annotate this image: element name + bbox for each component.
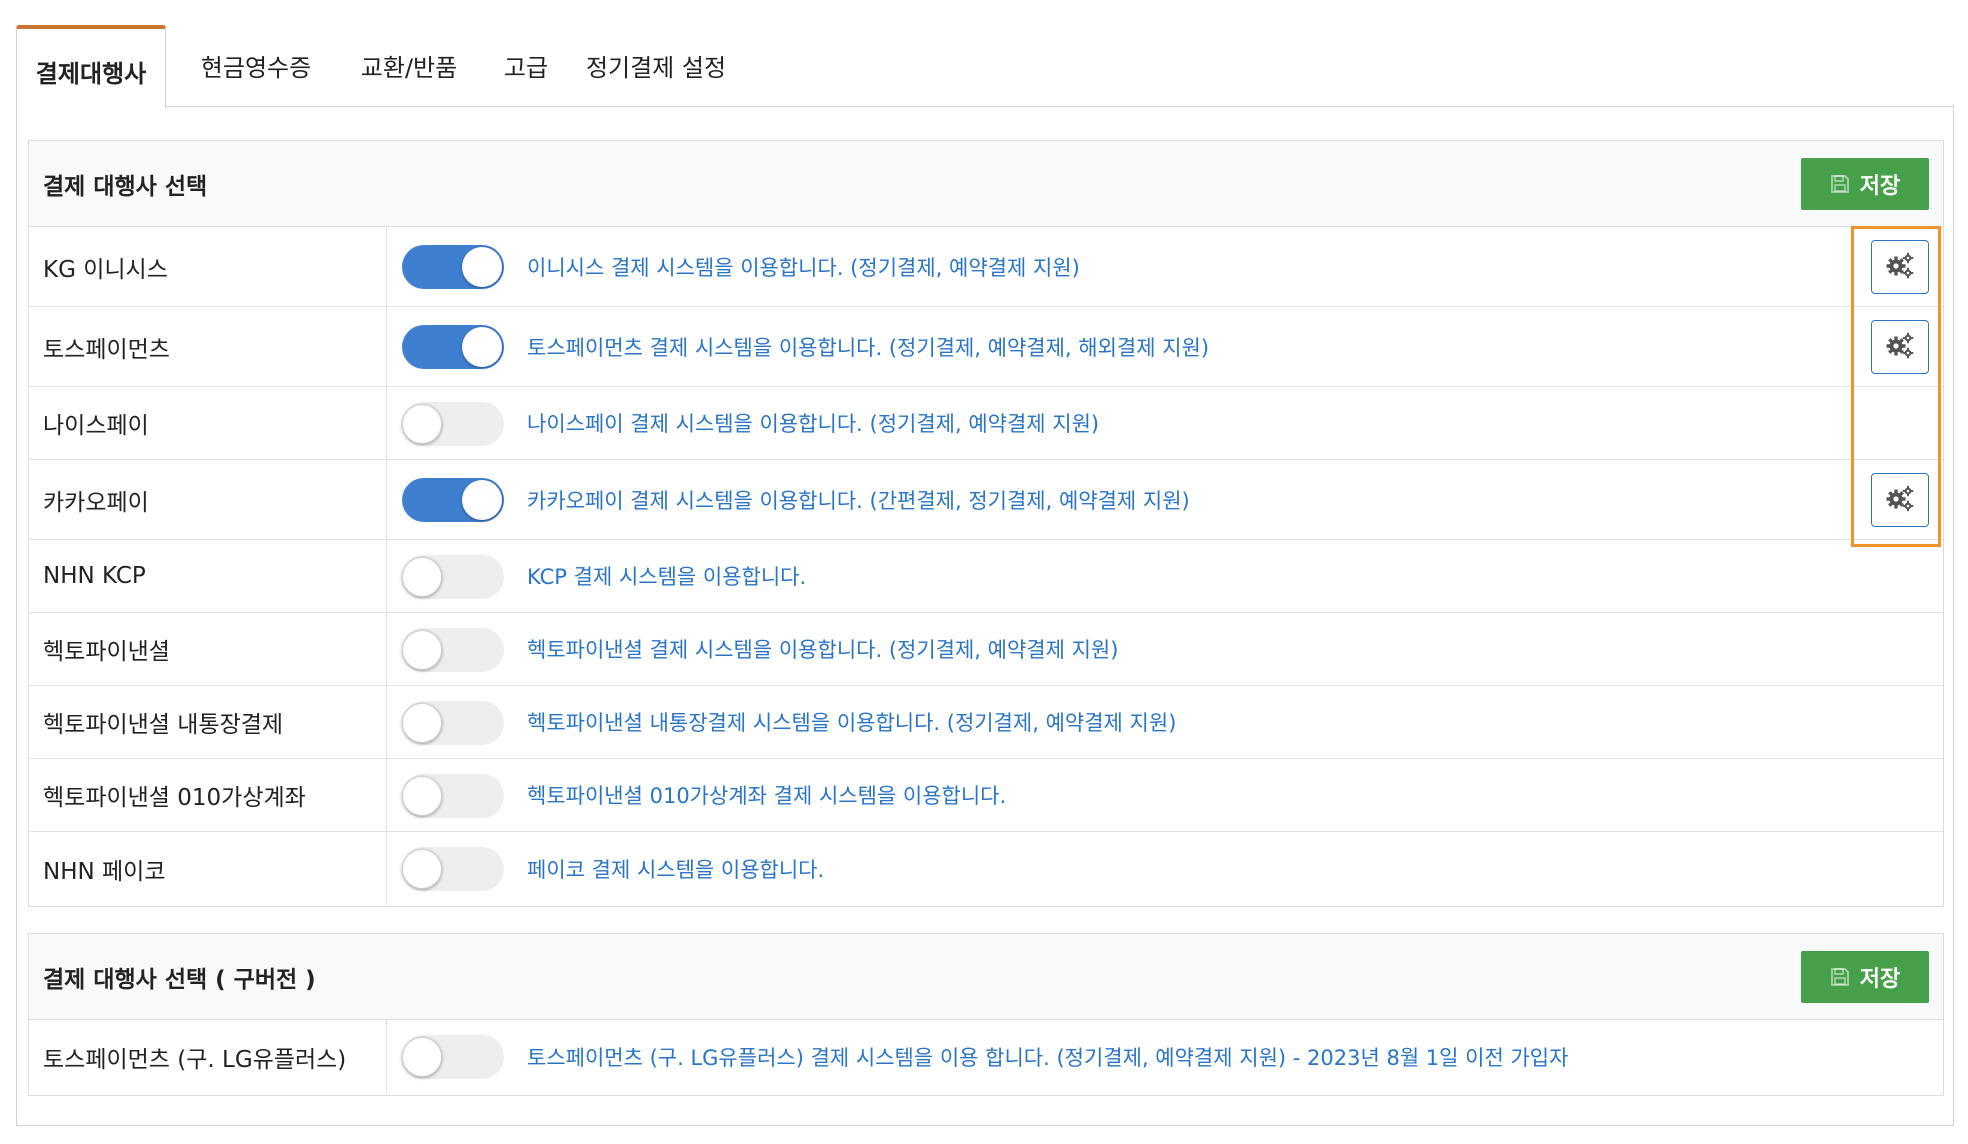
enable-toggle[interactable] bbox=[402, 478, 504, 522]
enable-toggle[interactable] bbox=[402, 555, 504, 599]
tab-subscription-settings[interactable]: 정기결제 설정 bbox=[576, 25, 736, 106]
tab-bar: 결제대행사 현금영수증 교환/반품 고급 정기결제 설정 bbox=[16, 25, 1954, 108]
enable-toggle[interactable] bbox=[402, 1035, 504, 1079]
tab-label: 결제대행사 bbox=[35, 60, 147, 88]
enable-toggle[interactable] bbox=[402, 774, 504, 818]
gateway-name: 헥토파이낸셜 내통장결제 bbox=[29, 686, 387, 758]
gateway-name: 나이스페이 bbox=[29, 387, 387, 459]
gateway-row: NHN 페이코 페이코 결제 시스템을 이용합니다. bbox=[29, 832, 1943, 905]
gateway-name: 카카오페이 bbox=[29, 460, 387, 539]
gateway-name: NHN KCP bbox=[29, 540, 387, 612]
gateway-name: 토스페이먼츠 (구. LG유플러스) bbox=[29, 1020, 387, 1093]
gateway-row: 토스페이먼츠 (구. LG유플러스) 토스페이먼츠 (구. LG유플러스) 결제 … bbox=[29, 1020, 1943, 1093]
save-button-label: 저장 bbox=[1859, 174, 1901, 199]
gateway-row: 나이스페이 나이스페이 결제 시스템을 이용합니다. (정기결제, 예약결제 지원… bbox=[29, 387, 1943, 460]
gears-icon bbox=[1885, 484, 1915, 516]
gateway-name: 헥토파이낸셜 bbox=[29, 613, 387, 685]
panel-header: 결제 대행사 선택 저장 bbox=[29, 141, 1943, 227]
toggle-knob bbox=[402, 630, 442, 670]
gateway-name: KG 이니시스 bbox=[29, 227, 387, 306]
gateway-description: 토스페이먼츠 (구. LG유플러스) 결제 시스템을 이용 합니다. (정기결제… bbox=[527, 1045, 1569, 1070]
tab-exchange-return[interactable]: 교환/반품 bbox=[334, 25, 484, 106]
gateway-row: 헥토파이낸셜 010가상계좌 헥토파이낸셜 010가상계좌 결제 시스템을 이용합… bbox=[29, 759, 1943, 832]
gateway-row: NHN KCP KCP 결제 시스템을 이용합니다. bbox=[29, 540, 1943, 613]
gateway-list: 토스페이먼츠 (구. LG유플러스) 토스페이먼츠 (구. LG유플러스) 결제 … bbox=[29, 1020, 1943, 1093]
gateway-name: 헥토파이낸셜 010가상계좌 bbox=[29, 759, 387, 831]
gateway-description: 헥토파이낸셜 010가상계좌 결제 시스템을 이용합니다. bbox=[527, 784, 1007, 808]
gateway-description: 토스페이먼츠 결제 시스템을 이용합니다. (정기결제, 예약결제, 해외결제 … bbox=[527, 335, 1210, 360]
gateway-description: 페이코 결제 시스템을 이용합니다. bbox=[527, 857, 825, 882]
gateway-row: 카카오페이 카카오페이 결제 시스템을 이용합니다. (간편결제, 정기결제, 예… bbox=[29, 460, 1943, 540]
save-button-label: 저장 bbox=[1859, 967, 1901, 992]
enable-toggle[interactable] bbox=[402, 245, 504, 289]
settings-button[interactable] bbox=[1871, 473, 1929, 527]
enable-toggle[interactable] bbox=[402, 847, 504, 891]
toggle-knob bbox=[462, 247, 502, 287]
tab-label: 고급 bbox=[503, 54, 549, 82]
toggle-knob bbox=[402, 776, 442, 816]
gateway-description: 이니시스 결제 시스템을 이용합니다. (정기결제, 예약결제 지원) bbox=[527, 255, 1080, 280]
tab-cash-receipt[interactable]: 현금영수증 bbox=[181, 25, 331, 106]
toggle-knob bbox=[402, 1037, 442, 1077]
toggle-knob bbox=[462, 480, 502, 520]
save-button[interactable]: 저장 bbox=[1801, 158, 1929, 210]
toggle-knob bbox=[402, 849, 442, 889]
tab-advanced[interactable]: 고급 bbox=[476, 25, 576, 106]
save-button[interactable]: 저장 bbox=[1801, 951, 1929, 1003]
gears-icon bbox=[1885, 251, 1915, 283]
gateway-name: NHN 페이코 bbox=[29, 832, 387, 905]
tab-label: 정기결제 설정 bbox=[585, 54, 727, 82]
panel-title: 결제 대행사 선택 bbox=[43, 174, 208, 200]
panel-title: 결제 대행사 선택 ( 구버전 ) bbox=[43, 967, 316, 993]
gateway-list: KG 이니시스 이니시스 결제 시스템을 이용합니다. (정기결제, 예약결제 지… bbox=[29, 227, 1943, 905]
gateway-description: KCP 결제 시스템을 이용합니다. bbox=[527, 565, 807, 589]
gateway-description: 나이스페이 결제 시스템을 이용합니다. (정기결제, 예약결제 지원) bbox=[527, 412, 1100, 436]
floppy-disk-icon bbox=[1830, 967, 1850, 987]
settings-button[interactable] bbox=[1871, 240, 1929, 294]
settings-button[interactable] bbox=[1871, 320, 1929, 374]
gateway-row: 헥토파이낸셜 내통장결제 헥토파이낸셜 내통장결제 시스템을 이용합니다. (정기… bbox=[29, 686, 1943, 759]
tab-label: 교환/반품 bbox=[360, 54, 458, 82]
tab-payment-gateway[interactable]: 결제대행사 bbox=[16, 25, 166, 108]
gateway-row: KG 이니시스 이니시스 결제 시스템을 이용합니다. (정기결제, 예약결제 지… bbox=[29, 227, 1943, 307]
toggle-knob bbox=[462, 327, 502, 367]
payment-gateway-panel: 결제 대행사 선택 저장 KG 이니시스 이니시스 결제 시스템을 이용합니다. … bbox=[28, 140, 1944, 907]
gateway-description: 헥토파이낸셜 내통장결제 시스템을 이용합니다. (정기결제, 예약결제 지원) bbox=[527, 711, 1177, 735]
tab-label: 현금영수증 bbox=[200, 54, 312, 82]
gateway-row: 헥토파이낸셜 헥토파이낸셜 결제 시스템을 이용합니다. (정기결제, 예약결제 … bbox=[29, 613, 1943, 686]
toggle-knob bbox=[402, 557, 442, 597]
toggle-knob bbox=[402, 404, 442, 444]
gateway-description: 헥토파이낸셜 결제 시스템을 이용합니다. (정기결제, 예약결제 지원) bbox=[527, 638, 1119, 662]
toggle-knob bbox=[402, 703, 442, 743]
gateway-description: 카카오페이 결제 시스템을 이용합니다. (간편결제, 정기결제, 예약결제 지… bbox=[527, 488, 1190, 513]
panel-header: 결제 대행사 선택 ( 구버전 ) 저장 bbox=[29, 934, 1943, 1020]
legacy-gateway-panel: 결제 대행사 선택 ( 구버전 ) 저장 토스페이먼츠 (구. LG유플러스) 토… bbox=[28, 933, 1944, 1096]
gateway-row: 토스페이먼츠 토스페이먼츠 결제 시스템을 이용합니다. (정기결제, 예약결제,… bbox=[29, 307, 1943, 387]
payment-settings-page: 결제대행사 현금영수증 교환/반품 고급 정기결제 설정 결제 대행사 선택 저… bbox=[0, 0, 1968, 1144]
floppy-disk-icon bbox=[1830, 174, 1850, 194]
gateway-name: 토스페이먼츠 bbox=[29, 307, 387, 386]
enable-toggle[interactable] bbox=[402, 325, 504, 369]
enable-toggle[interactable] bbox=[402, 402, 504, 446]
gears-icon bbox=[1885, 331, 1915, 363]
enable-toggle[interactable] bbox=[402, 628, 504, 672]
enable-toggle[interactable] bbox=[402, 701, 504, 745]
